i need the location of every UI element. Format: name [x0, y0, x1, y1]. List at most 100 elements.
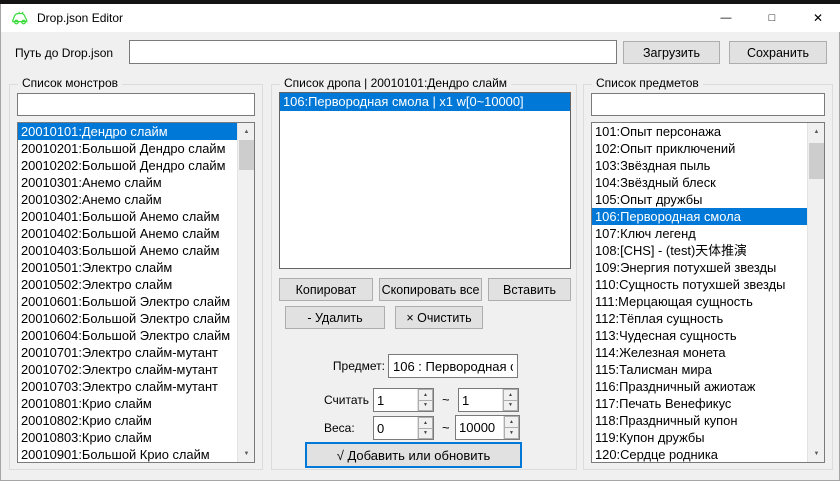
list-item[interactable]: 119:Купон дружбы: [592, 429, 807, 446]
weight-label: Веса:: [324, 421, 355, 435]
item-label: Предмет:: [302, 359, 385, 373]
save-button[interactable]: Сохранить: [729, 41, 827, 64]
list-item[interactable]: 20010302:Анемо слайм: [18, 191, 237, 208]
drops-groupbox: Список дропа | 20010101:Дендро слайм 106…: [271, 84, 577, 470]
list-item[interactable]: 20010301:Анемо слайм: [18, 174, 237, 191]
list-item[interactable]: 109:Энергия потухшей звезды: [592, 259, 807, 276]
maximize-icon[interactable]: □: [749, 4, 795, 32]
spin-up-icon[interactable]: ▲: [503, 389, 518, 400]
spin-down-icon[interactable]: ▼: [504, 427, 519, 439]
list-item[interactable]: 20010703:Электро слайм-мутант: [18, 378, 237, 395]
count-min-input[interactable]: [374, 389, 417, 411]
list-item[interactable]: 20010202:Большой Дендро слайм: [18, 157, 237, 174]
copy-all-button[interactable]: Скопировать все: [379, 278, 482, 301]
list-item[interactable]: 20010702:Электро слайм-мутант: [18, 361, 237, 378]
list-item[interactable]: 20010601:Большой Электро слайм: [18, 293, 237, 310]
list-item[interactable]: 20010201:Большой Дендро слайм: [18, 140, 237, 157]
list-item[interactable]: 20010604:Большой Электро слайм: [18, 327, 237, 344]
monster-list: 20010101:Дендро слайм20010201:Большой Де…: [18, 123, 237, 462]
spin-down-icon[interactable]: ▼: [418, 400, 433, 412]
clear-button[interactable]: × Очистить: [395, 306, 483, 329]
title-bar: Drop.json Editor — □ ✕: [1, 4, 840, 32]
list-item[interactable]: 101:Опыт персонажа: [592, 123, 807, 140]
list-item[interactable]: 111:Мерцающая сущность: [592, 293, 807, 310]
list-item[interactable]: 20010803:Крио слайм: [18, 429, 237, 446]
weight-min-spinner: ▲ ▼: [373, 416, 434, 440]
drops-group-title: Список дропа | 20010101:Дендро слайм: [280, 76, 511, 90]
items-groupbox: Список предметов 101:Опыт персонажа102:О…: [583, 84, 833, 470]
item-filter-input[interactable]: [591, 93, 825, 116]
list-item[interactable]: 20010502:Электро слайм: [18, 276, 237, 293]
list-item[interactable]: 105:Опыт дружбы: [592, 191, 807, 208]
list-item[interactable]: 102:Опыт приключений: [592, 140, 807, 157]
list-item[interactable]: 108:[CHS] - (test)天体推演: [592, 242, 807, 259]
scroll-up-icon[interactable]: ▲: [808, 123, 825, 140]
monster-list-scrollbar[interactable]: ▲ ▼: [237, 123, 254, 462]
copy-button[interactable]: Копироват: [279, 278, 373, 301]
list-item[interactable]: 20010901:Большой Крио слайм: [18, 446, 237, 462]
list-item[interactable]: 110:Сущность потухшей звезды: [592, 276, 807, 293]
items-list-scrollbar[interactable]: ▲ ▼: [807, 123, 824, 462]
list-item[interactable]: 20010403:Большой Анемо слайм: [18, 242, 237, 259]
items-group-title: Список предметов: [592, 76, 703, 90]
list-item[interactable]: 20010402:Большой Анемо слайм: [18, 225, 237, 242]
weight-max-spinner: ▲ ▼: [455, 415, 520, 440]
load-button[interactable]: Загрузить: [623, 41, 720, 64]
count-label: Считать: [324, 393, 369, 407]
close-icon[interactable]: ✕: [795, 4, 840, 32]
weight-min-input[interactable]: [374, 417, 417, 439]
items-listbox: 101:Опыт персонажа102:Опыт приключений10…: [591, 122, 825, 463]
spin-up-icon[interactable]: ▲: [504, 416, 519, 427]
spin-up-icon[interactable]: ▲: [418, 389, 433, 400]
list-item[interactable]: 112:Тёплая сущность: [592, 310, 807, 327]
list-item[interactable]: 20010602:Большой Электро слайм: [18, 310, 237, 327]
list-item[interactable]: 20010501:Электро слайм: [18, 259, 237, 276]
list-item[interactable]: 118:Праздничный купон: [592, 412, 807, 429]
count-max-input[interactable]: [459, 389, 502, 411]
monster-listbox: 20010101:Дендро слайм20010201:Большой Де…: [17, 122, 255, 463]
spin-up-icon[interactable]: ▲: [418, 417, 433, 428]
list-item[interactable]: 116:Праздничный ажиотаж: [592, 378, 807, 395]
add-update-button[interactable]: √ Добавить или обновить: [305, 442, 522, 468]
list-item[interactable]: 20010801:Крио слайм: [18, 395, 237, 412]
monsters-groupbox: Список монстров 20010101:Дендро слайм200…: [9, 84, 263, 470]
window-title: Drop.json Editor: [37, 11, 123, 25]
list-item[interactable]: 113:Чудесная сущность: [592, 327, 807, 344]
weight-tilde: ~: [442, 420, 450, 435]
list-item[interactable]: 20010101:Дендро слайм: [18, 123, 237, 140]
scroll-down-icon[interactable]: ▼: [238, 445, 255, 462]
scroll-up-icon[interactable]: ▲: [238, 123, 255, 140]
app-icon: [11, 10, 29, 26]
list-item[interactable]: 20010701:Электро слайм-мутант: [18, 344, 237, 361]
spin-down-icon[interactable]: ▼: [503, 400, 518, 412]
scroll-down-icon[interactable]: ▼: [808, 445, 825, 462]
paste-button[interactable]: Вставить: [488, 278, 571, 301]
count-tilde: ~: [442, 392, 450, 407]
weight-max-input[interactable]: [456, 416, 503, 439]
delete-button[interactable]: - Удалить: [285, 306, 385, 329]
list-item[interactable]: 117:Печать Венефикус: [592, 395, 807, 412]
list-item[interactable]: 115:Талисман мира: [592, 361, 807, 378]
list-item[interactable]: 120:Сердце родника: [592, 446, 807, 462]
monster-filter-input[interactable]: [17, 93, 255, 116]
list-item[interactable]: 106:Первородная смола | x1 w[0~10000]: [280, 93, 570, 111]
monsters-group-title: Список монстров: [18, 76, 122, 90]
items-list: 101:Опыт персонажа102:Опыт приключений10…: [592, 123, 807, 462]
drop-list: 106:Первородная смола | x1 w[0~10000]: [280, 93, 570, 268]
list-item[interactable]: 20010802:Крио слайм: [18, 412, 237, 429]
spin-down-icon[interactable]: ▼: [418, 428, 433, 440]
path-label: Путь до Drop.json: [15, 46, 113, 60]
list-item[interactable]: 104:Звёздный блеск: [592, 174, 807, 191]
scrollbar-thumb[interactable]: [809, 143, 824, 179]
count-min-spinner: ▲ ▼: [373, 388, 434, 412]
list-item[interactable]: 103:Звёздная пыль: [592, 157, 807, 174]
scrollbar-thumb[interactable]: [239, 140, 254, 170]
drop-listbox: 106:Первородная смола | x1 w[0~10000]: [279, 92, 571, 269]
list-item[interactable]: 106:Первородная смола: [592, 208, 807, 225]
item-field[interactable]: [388, 354, 518, 378]
list-item[interactable]: 114:Железная монета: [592, 344, 807, 361]
list-item[interactable]: 20010401:Большой Анемо слайм: [18, 208, 237, 225]
list-item[interactable]: 107:Ключ легенд: [592, 225, 807, 242]
path-input[interactable]: [129, 40, 617, 64]
minimize-icon[interactable]: —: [703, 4, 749, 32]
